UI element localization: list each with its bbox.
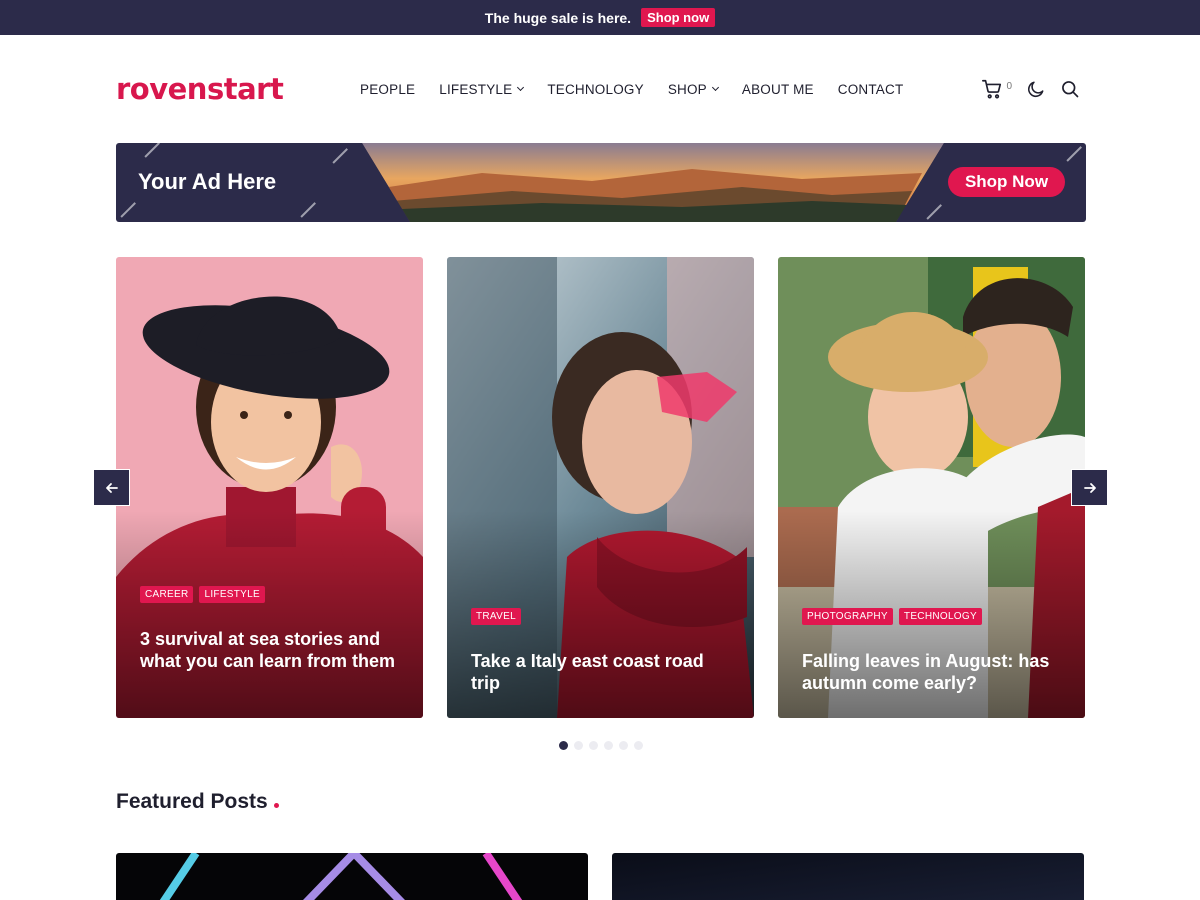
chevron-down-icon [711,83,719,92]
nav-item-technology[interactable]: TECHNOLOGY [547,82,644,97]
decorative-line [120,202,136,218]
ad-shop-now-button[interactable]: Shop Now [948,167,1065,197]
pagination-dot[interactable] [619,741,628,750]
nav-item-shop[interactable]: SHOP [667,81,719,97]
nav-item-about-me[interactable]: ABOUT ME [742,82,814,97]
decorative-line [332,148,348,164]
post-thumbnail [116,853,588,900]
ad-banner[interactable]: Your Ad Here Shop Now [116,143,1086,222]
nav-item-contact[interactable]: CONTACT [838,82,904,97]
featured-posts-heading: Featured Posts [116,790,279,814]
search-button[interactable] [1060,79,1080,99]
slider-card[interactable]: CAREER LIFESTYLE 3 survival at sea stori… [116,257,423,718]
pagination-dot[interactable] [559,741,568,750]
site-logo[interactable]: rovenstart [116,72,284,106]
pagination-dot[interactable] [574,741,583,750]
chevron-down-icon [517,83,525,92]
post-thumbnail [612,853,1084,900]
slider-prev-button[interactable] [93,469,130,506]
featured-post-card[interactable] [612,853,1084,900]
header-tools: 0 [981,60,1080,118]
category-tag[interactable]: PHOTOGRAPHY [802,608,893,625]
slider-pagination [559,741,643,750]
card-title[interactable]: Falling leaves in August: has autumn com… [802,650,1064,694]
card-tags: PHOTOGRAPHY TECHNOLOGY [802,608,982,625]
decorative-line [300,202,316,218]
decorative-line [1066,146,1082,162]
slider-card[interactable]: PHOTOGRAPHY TECHNOLOGY Falling leaves in… [778,257,1085,718]
category-tag[interactable]: LIFESTYLE [199,586,265,603]
search-icon [1062,81,1079,98]
cart-button[interactable]: 0 [981,78,1012,100]
card-title[interactable]: Take a Italy east coast road trip [471,650,733,694]
category-tag[interactable]: TRAVEL [471,608,521,625]
announcement-text: The huge sale is here. [484,9,632,26]
slider-card[interactable]: TRAVEL Take a Italy east coast road trip [447,257,754,718]
nav-item-lifestyle[interactable]: LIFESTYLE [439,81,525,97]
arrow-right-icon [1083,482,1096,493]
dark-mode-toggle[interactable] [1026,79,1046,99]
cart-count: 0 [1006,80,1012,92]
nav-item-people[interactable]: PEOPLE [360,82,415,97]
nav-label: SHOP [667,81,707,97]
ad-landscape-image [362,143,944,222]
cart-icon [982,79,1002,99]
pagination-dot[interactable] [634,741,643,750]
decorative-line [144,143,160,158]
card-gradient [447,257,754,718]
site-header: rovenstart PEOPLE LIFESTYLE TECHNOLOGY S… [116,60,1086,118]
moon-icon [1028,81,1044,97]
main-nav: PEOPLE LIFESTYLE TECHNOLOGY SHOP ABOUT M… [360,60,903,118]
nav-label: LIFESTYLE [439,81,513,97]
nav-label: ABOUT ME [741,81,814,97]
pagination-dot[interactable] [604,741,613,750]
card-title[interactable]: 3 survival at sea stories and what you c… [140,628,402,672]
card-tags: CAREER LIFESTYLE [140,586,265,603]
section-title-text: Featured Posts [116,790,268,813]
category-tag[interactable]: CAREER [140,586,194,603]
category-tag[interactable]: TECHNOLOGY [898,608,982,625]
card-tags: TRAVEL [471,608,521,625]
card-gradient [778,257,1085,718]
slider-next-button[interactable] [1071,469,1108,506]
pagination-dot[interactable] [589,741,598,750]
arrow-left-icon [105,482,118,493]
ad-title: Your Ad Here [138,169,277,194]
accent-dot [273,803,279,808]
shop-now-link[interactable]: Shop now [641,8,716,27]
nav-label: PEOPLE [360,81,416,97]
announcement-bar: The huge sale is here. Shop now [0,0,1200,35]
nav-label: TECHNOLOGY [547,81,644,97]
nav-label: CONTACT [837,81,904,97]
featured-post-card[interactable] [116,853,588,900]
